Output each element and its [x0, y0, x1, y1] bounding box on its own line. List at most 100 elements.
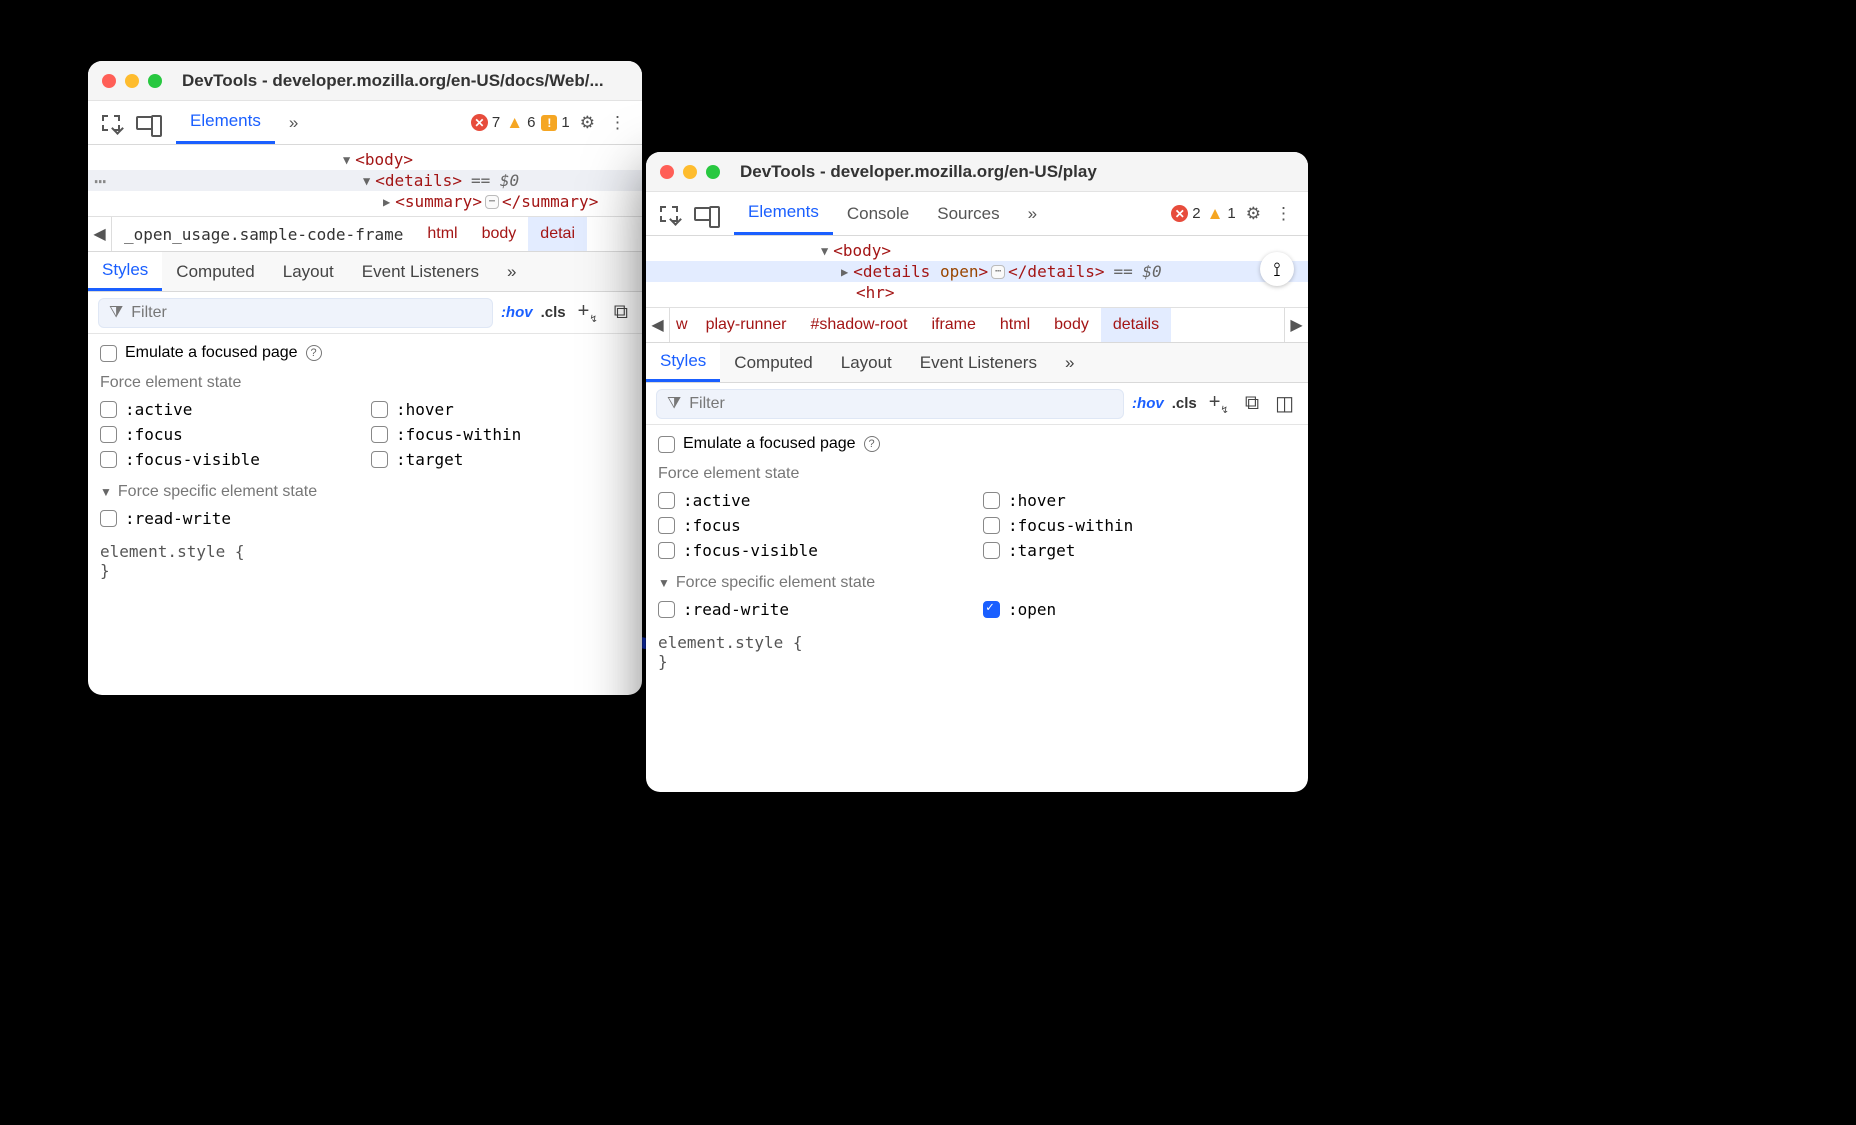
subtab-computed[interactable]: Computed — [720, 343, 826, 382]
breadcrumb-right-arrow-icon[interactable]: ▶ — [1284, 308, 1308, 342]
tab-sources[interactable]: Sources — [923, 192, 1013, 235]
new-rule-icon[interactable]: +↯ — [1205, 389, 1233, 418]
tab-elements[interactable]: Elements — [734, 192, 833, 235]
gear-icon[interactable]: ⚙ — [1242, 200, 1265, 228]
breadcrumb-item-current[interactable]: details — [1101, 308, 1171, 342]
subtab-styles[interactable]: Styles — [88, 252, 162, 291]
breadcrumb-item[interactable]: #shadow-root — [799, 316, 920, 334]
state-read-write-checkbox[interactable] — [658, 601, 675, 618]
subtab-event-listeners[interactable]: Event Listeners — [906, 343, 1051, 382]
device-toggle-icon[interactable] — [692, 201, 718, 227]
tabs-overflow[interactable]: » — [275, 101, 312, 144]
hov-toggle[interactable]: :hov — [1132, 395, 1164, 412]
filter-input[interactable]: ⧩ Filter — [656, 389, 1124, 419]
state-active-checkbox[interactable] — [658, 492, 675, 509]
chevron-down-icon[interactable]: ▼ — [658, 576, 670, 590]
cls-toggle[interactable]: .cls — [541, 304, 566, 321]
breadcrumb-item[interactable]: body — [1042, 316, 1101, 334]
force-state-label: Force element state — [100, 374, 630, 392]
ellipsis-icon[interactable]: ⋯ — [485, 195, 499, 209]
main-toolbar: Elements Console Sources » ✕2 ▲1 ⚙ ⋮ — [646, 192, 1308, 236]
errors-badge[interactable]: ✕7 — [471, 114, 500, 131]
row-actions-icon[interactable]: ⋯ — [94, 169, 107, 193]
breadcrumb-item[interactable]: iframe — [919, 316, 987, 334]
breadcrumb-item-current[interactable]: detai — [528, 217, 587, 251]
window-title: DevTools - developer.mozilla.org/en-US/p… — [740, 162, 1097, 182]
ellipsis-icon[interactable]: ⋯ — [991, 265, 1005, 279]
tab-console[interactable]: Console — [833, 192, 923, 235]
close-icon[interactable] — [660, 165, 674, 179]
breadcrumb-item[interactable]: _open_usage.sample-code-frame — [112, 225, 415, 244]
devtools-window-1: DevTools - developer.mozilla.org/en-US/d… — [88, 61, 642, 695]
subtab-layout[interactable]: Layout — [827, 343, 906, 382]
help-icon[interactable]: ? — [306, 345, 322, 361]
state-hover-checkbox[interactable] — [983, 492, 1000, 509]
kebab-icon[interactable]: ⋮ — [605, 109, 630, 137]
breadcrumb-item[interactable]: w — [670, 316, 694, 334]
breadcrumb-item[interactable]: html — [988, 316, 1042, 334]
breadcrumb-left-arrow-icon[interactable]: ◀ — [88, 217, 112, 251]
breadcrumb-item[interactable]: html — [415, 225, 469, 243]
filter-icon: ⧩ — [109, 304, 123, 322]
close-icon[interactable] — [102, 74, 116, 88]
dom-tree[interactable]: ▼<body> ▶<details open>⋯</details>== $0 … — [646, 236, 1308, 307]
breadcrumb-left-arrow-icon[interactable]: ◀ — [646, 308, 670, 342]
state-target-checkbox[interactable] — [983, 542, 1000, 559]
state-open-checkbox[interactable] — [983, 601, 1000, 618]
chevron-down-icon[interactable]: ▼ — [100, 485, 112, 499]
styles-body: Emulate a focused page ? Force element s… — [646, 425, 1308, 681]
zoom-icon[interactable] — [706, 165, 720, 179]
state-focus-within-checkbox[interactable] — [983, 517, 1000, 534]
state-read-write-checkbox[interactable] — [100, 510, 117, 527]
filter-input[interactable]: ⧩ Filter — [98, 298, 493, 328]
style-rule[interactable]: element.style {} — [658, 633, 1296, 671]
errors-badge[interactable]: ✕2 — [1171, 205, 1200, 222]
rendering-icon[interactable]: ⧉ — [1241, 390, 1263, 417]
accessibility-icon[interactable]: ⟟ — [1260, 252, 1294, 286]
state-focus-checkbox[interactable] — [658, 517, 675, 534]
issues-badge[interactable]: !1 — [541, 114, 569, 131]
emulate-focus-checkbox[interactable] — [658, 436, 675, 453]
state-hover-checkbox[interactable] — [371, 401, 388, 418]
state-target-checkbox[interactable] — [371, 451, 388, 468]
device-toggle-icon[interactable] — [134, 110, 160, 136]
filter-placeholder: Filter — [689, 395, 725, 413]
styles-tabs: Styles Computed Layout Event Listeners » — [646, 343, 1308, 383]
gear-icon[interactable]: ⚙ — [576, 109, 599, 137]
zoom-icon[interactable] — [148, 74, 162, 88]
emulate-focus-label: Emulate a focused page — [125, 344, 298, 362]
breadcrumb: ◀ _open_usage.sample-code-frame html bod… — [88, 216, 642, 252]
state-focus-visible-checkbox[interactable] — [658, 542, 675, 559]
cls-toggle[interactable]: .cls — [1172, 395, 1197, 412]
state-active-checkbox[interactable] — [100, 401, 117, 418]
dom-tree[interactable]: ▼<body> ⋯ ▼<details>== $0 ▶<summary>⋯</s… — [88, 145, 642, 216]
subtabs-overflow[interactable]: » — [493, 252, 530, 291]
kebab-icon[interactable]: ⋮ — [1271, 200, 1296, 228]
subtab-styles[interactable]: Styles — [646, 343, 720, 382]
window-title: DevTools - developer.mozilla.org/en-US/d… — [182, 71, 604, 91]
inspect-icon[interactable] — [656, 201, 682, 227]
panel-toggle-icon[interactable]: ◫ — [1271, 389, 1298, 418]
subtabs-overflow[interactable]: » — [1051, 343, 1088, 382]
subtab-computed[interactable]: Computed — [162, 252, 268, 291]
inspect-icon[interactable] — [98, 110, 124, 136]
breadcrumb-item[interactable]: body — [470, 225, 529, 243]
help-icon[interactable]: ? — [864, 436, 880, 452]
subtab-layout[interactable]: Layout — [269, 252, 348, 291]
warnings-badge[interactable]: ▲1 — [1207, 204, 1236, 224]
style-rule[interactable]: element.style {} — [100, 542, 630, 580]
hov-toggle[interactable]: :hov — [501, 304, 533, 321]
state-focus-within-checkbox[interactable] — [371, 426, 388, 443]
state-focus-visible-checkbox[interactable] — [100, 451, 117, 468]
tab-elements[interactable]: Elements — [176, 101, 275, 144]
warnings-badge[interactable]: ▲6 — [506, 113, 535, 133]
computed-toggle-icon[interactable]: ⧉ — [610, 299, 632, 326]
subtab-event-listeners[interactable]: Event Listeners — [348, 252, 493, 291]
new-rule-icon[interactable]: +↯ — [574, 298, 602, 327]
state-focus-checkbox[interactable] — [100, 426, 117, 443]
tabs-overflow[interactable]: » — [1014, 192, 1051, 235]
minimize-icon[interactable] — [125, 74, 139, 88]
emulate-focus-checkbox[interactable] — [100, 345, 117, 362]
minimize-icon[interactable] — [683, 165, 697, 179]
breadcrumb-item[interactable]: play-runner — [694, 316, 799, 334]
